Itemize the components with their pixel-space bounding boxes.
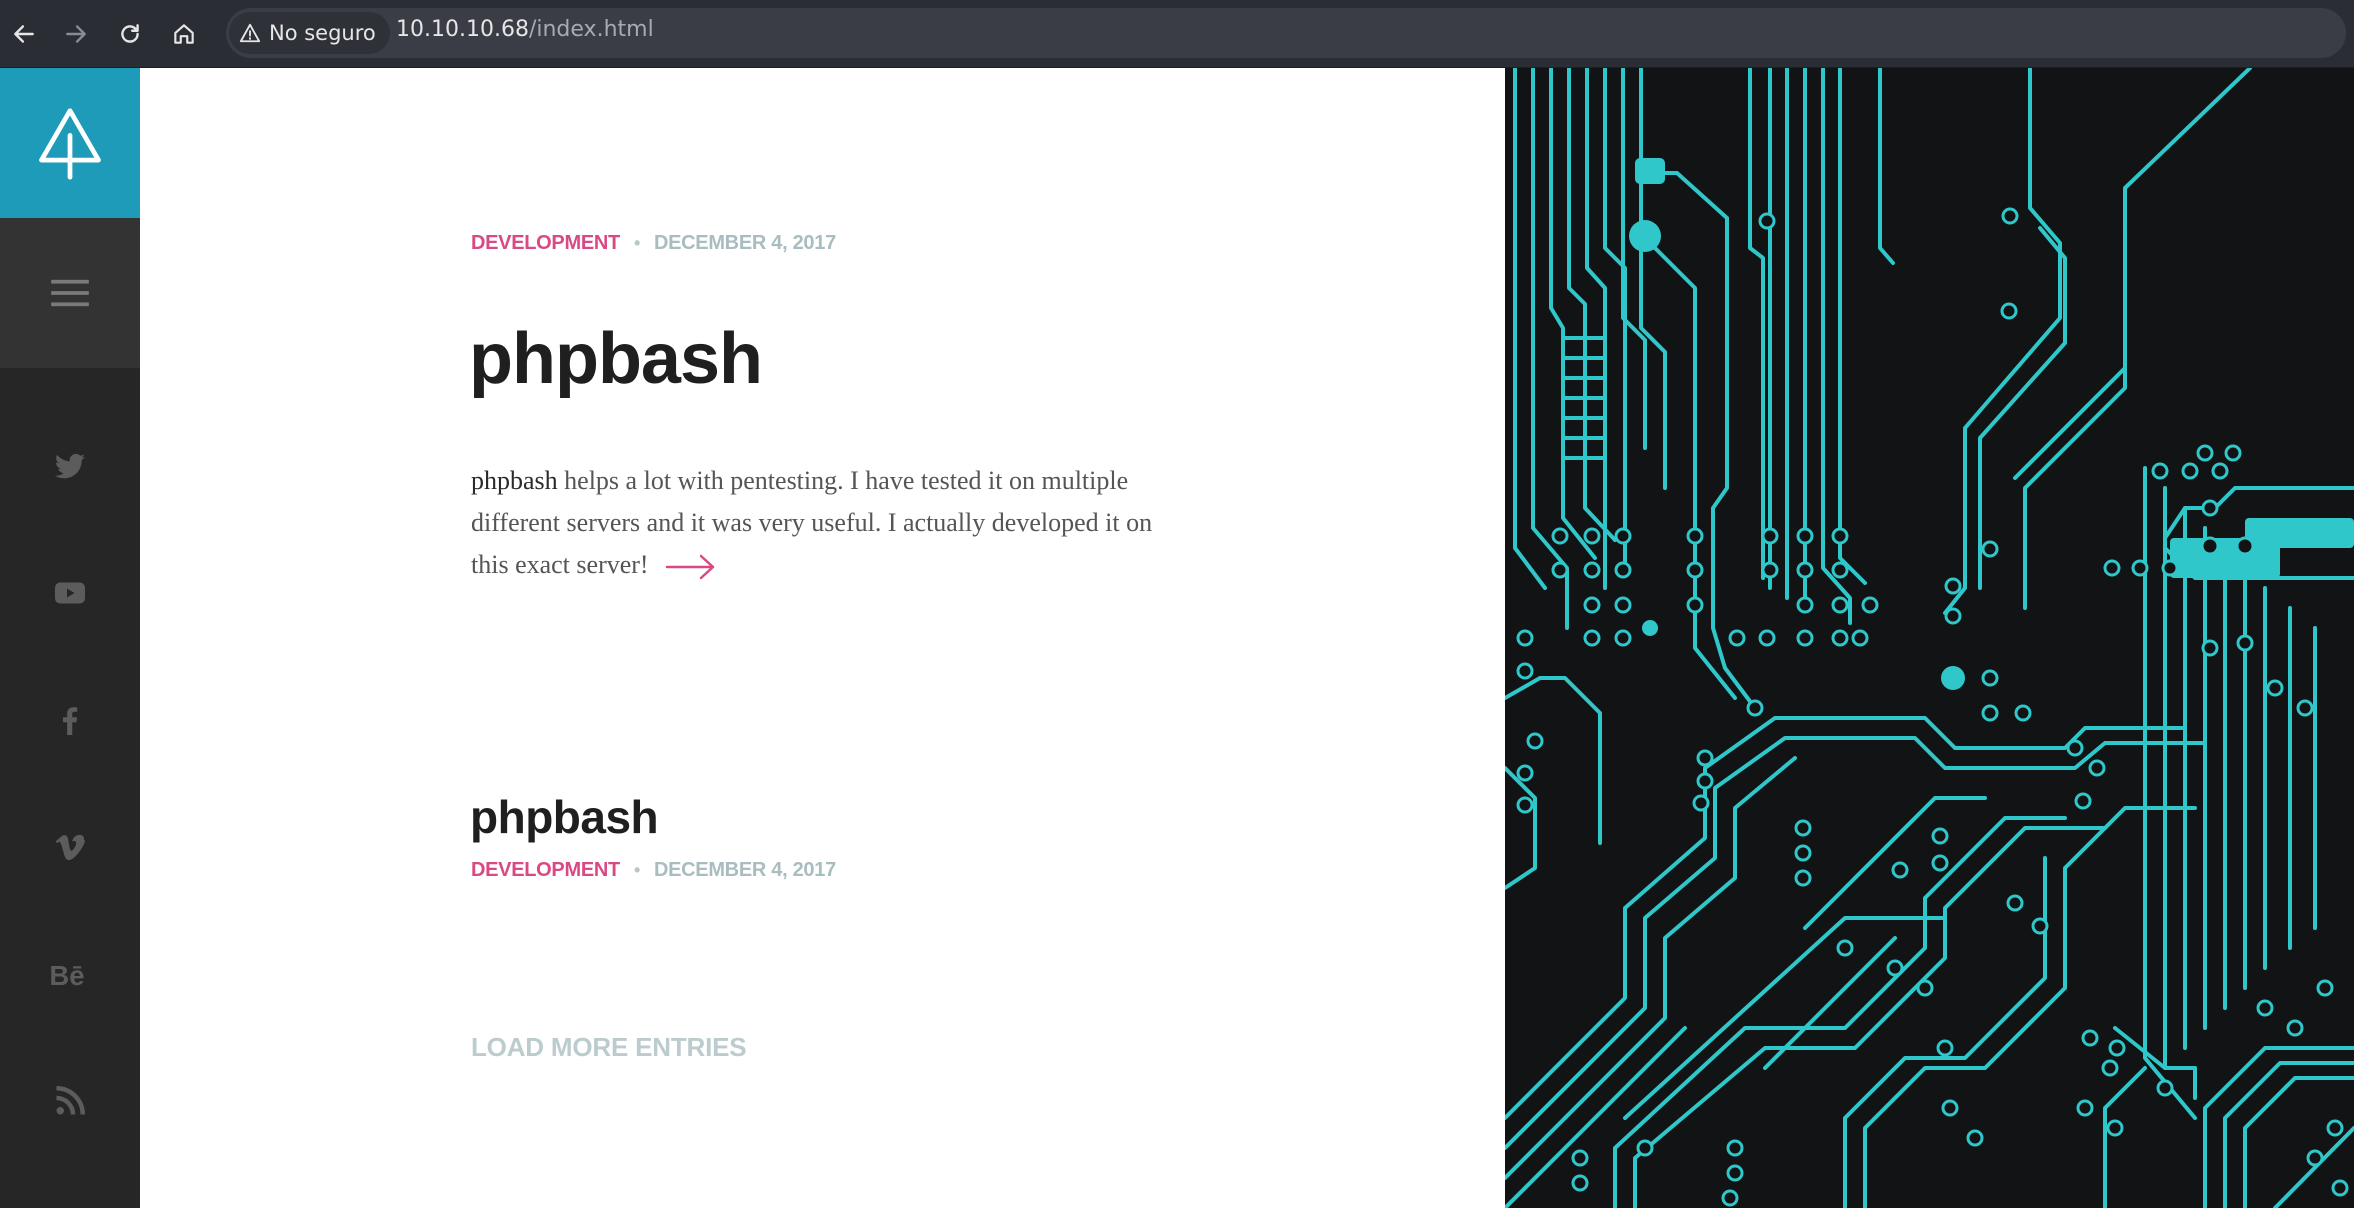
excerpt-lead: phpbash	[471, 466, 558, 495]
home-icon	[174, 24, 194, 44]
behance-link[interactable]: Bē	[0, 944, 140, 1004]
post-excerpt: phpbash helps a lot with pentesting. I h…	[471, 460, 1191, 586]
url-path: /index.html	[528, 17, 654, 42]
arrow-right-icon	[66, 25, 86, 43]
post-category-link[interactable]: DEVELOPMENT	[471, 232, 620, 255]
browser-toolbar: No seguro 10.10.10.68/index.html	[0, 0, 2354, 68]
youtube-icon	[55, 582, 85, 604]
arrow-left-icon	[14, 25, 34, 43]
twitter-icon	[54, 453, 85, 479]
post-list-title-link[interactable]: phpbash	[470, 790, 659, 844]
home-button[interactable]	[162, 12, 206, 56]
meta-separator: •	[633, 860, 640, 880]
security-label: No seguro	[269, 21, 376, 45]
circuit-board-illustration	[1505, 68, 2354, 1208]
post-list-category-link[interactable]: DEVELOPMENT	[471, 859, 620, 882]
post-date: DECEMBER 4, 2017	[653, 232, 836, 254]
site-logo-link[interactable]	[0, 68, 140, 218]
forward-button[interactable]	[54, 12, 98, 56]
youtube-link[interactable]	[0, 563, 140, 623]
vimeo-icon	[55, 834, 85, 861]
url-host: 10.10.10.68	[396, 17, 529, 42]
post-list-meta: DEVELOPMENT • DECEMBER 4, 2017	[471, 859, 836, 882]
tree-logo-icon	[39, 108, 101, 180]
behance-icon: Bē	[49, 960, 84, 991]
post-meta: DEVELOPMENT • DECEMBER 4, 2017	[471, 232, 836, 255]
reload-icon	[121, 24, 139, 43]
facebook-link[interactable]	[0, 690, 140, 750]
post-title-link[interactable]: phpbash	[469, 318, 763, 400]
load-more-button[interactable]: LOAD MORE ENTRIES	[471, 1032, 747, 1063]
hamburger-icon	[51, 279, 89, 307]
rss-link[interactable]	[0, 1071, 140, 1131]
rss-icon	[56, 1086, 85, 1115]
excerpt-body: helps a lot with pentesting. I have test…	[471, 466, 1153, 579]
featured-image	[1505, 68, 2354, 1208]
vimeo-link[interactable]	[0, 817, 140, 877]
post-list-date: DECEMBER 4, 2017	[653, 859, 836, 881]
meta-separator: •	[633, 233, 640, 253]
reload-button[interactable]	[108, 12, 152, 56]
svg-text:Bē: Bē	[49, 960, 84, 991]
read-more-arrow-icon[interactable]	[665, 552, 717, 582]
url-text[interactable]: 10.10.10.68/index.html	[396, 17, 654, 42]
twitter-link[interactable]	[0, 436, 140, 496]
back-button[interactable]	[2, 12, 46, 56]
menu-toggle-button[interactable]	[0, 218, 140, 368]
main-content: DEVELOPMENT • DECEMBER 4, 2017 phpbash p…	[140, 68, 1505, 1208]
security-indicator[interactable]: No seguro	[229, 12, 390, 54]
facebook-icon	[62, 707, 78, 735]
warning-icon	[239, 23, 261, 43]
sidebar: Bē	[0, 68, 140, 1208]
